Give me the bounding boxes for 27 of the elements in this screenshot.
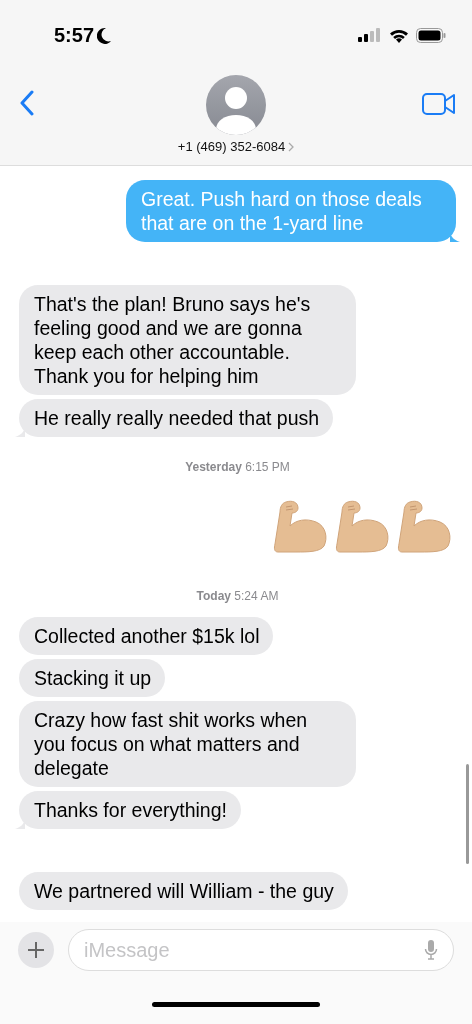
message-bubble: Thanks for everything!	[19, 791, 241, 829]
wifi-icon	[389, 27, 409, 43]
avatar-icon[interactable]	[206, 75, 266, 135]
status-time: 5:57	[54, 23, 95, 47]
moon-icon	[97, 26, 113, 44]
timestamp: Today 5:24 AM	[196, 589, 279, 603]
chevron-icon	[288, 141, 295, 152]
contact-number[interactable]: +1 (469) 352-6084	[177, 139, 286, 154]
message-field[interactable]: iMessage	[68, 929, 454, 971]
flexed-arm-icon	[272, 498, 328, 554]
battery-icon	[416, 27, 446, 43]
message-bubble: Collected another $15k lol	[19, 617, 274, 655]
bubble-tail	[450, 232, 460, 242]
signal-icon	[358, 28, 382, 42]
message-bubble: Stacking it up	[19, 659, 166, 697]
add-button[interactable]	[18, 932, 54, 968]
message-bubble: We partnered will William - the guy	[19, 872, 348, 910]
plus-icon	[27, 941, 45, 959]
video-call-icon[interactable]	[422, 93, 456, 115]
message-bubble: Crazy how fast shit works when you focus on what matters and delegate	[19, 701, 356, 787]
flexed-arm-icon	[334, 498, 390, 554]
microphone-icon[interactable]	[424, 939, 438, 961]
message-bubble: That's the plan! Bruno says he's feeling good and we are gonna keep each other accountable. Thank you for helping him	[19, 285, 356, 395]
flexed-arm-icon	[396, 498, 452, 554]
timestamp: Yesterday 6:15 PM	[185, 460, 290, 474]
message-bubble: He really really needed that push	[19, 399, 334, 437]
back-icon[interactable]	[19, 90, 35, 116]
